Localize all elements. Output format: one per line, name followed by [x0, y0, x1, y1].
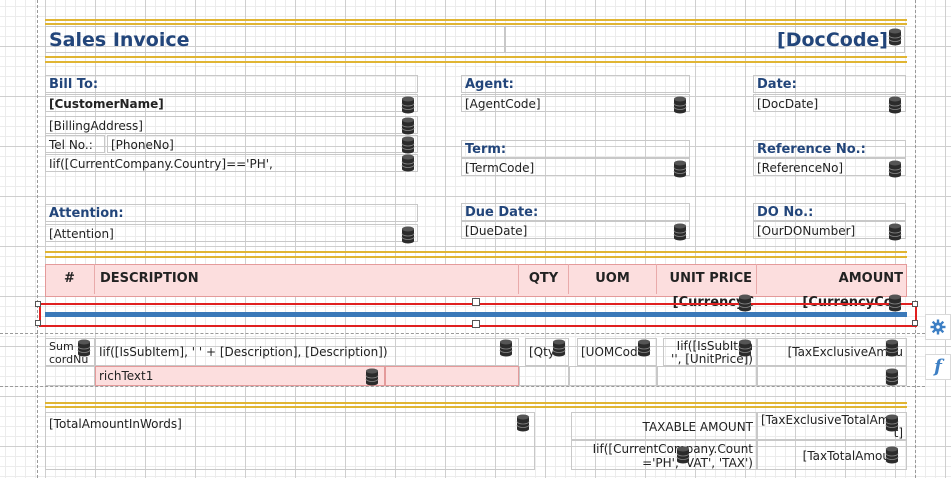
col-header-unit-price[interactable]: UNIT PRICE	[657, 264, 757, 294]
database-icon[interactable]	[885, 446, 899, 464]
agent-code-field[interactable]: [AgentCode]	[461, 94, 690, 112]
resize-handle[interactable]	[35, 301, 41, 307]
report-title[interactable]: Sales Invoice	[45, 26, 505, 53]
total-amount-in-words-field[interactable]: [TotalAmountInWords]	[45, 412, 535, 470]
band-separator	[0, 386, 925, 387]
reference-label[interactable]: Reference No.:	[753, 140, 906, 158]
database-icon[interactable]	[885, 339, 899, 357]
database-icon[interactable]	[365, 368, 379, 386]
phone-field[interactable]: [PhoneNo]	[107, 135, 418, 153]
due-date-label[interactable]: Due Date:	[461, 203, 690, 221]
database-icon[interactable]	[401, 136, 415, 154]
gold-rule	[45, 19, 907, 21]
properties-panel-button[interactable]	[925, 314, 951, 340]
function-icon: f	[934, 356, 942, 377]
attention-field[interactable]: [Attention]	[45, 224, 418, 242]
database-icon[interactable]	[499, 339, 513, 357]
database-icon[interactable]	[637, 339, 651, 357]
database-icon[interactable]	[738, 294, 752, 312]
tax-exclusive-total-line: t]	[893, 426, 903, 440]
tel-label[interactable]: Tel No.:	[45, 135, 105, 153]
due-date-field[interactable]: [DueDate]	[461, 221, 690, 239]
database-icon[interactable]	[77, 339, 91, 357]
gold-rule	[45, 56, 907, 58]
billing-address-field[interactable]: [BillingAddress]	[45, 116, 418, 134]
empty-cell[interactable]	[657, 366, 757, 386]
expressions-panel-button[interactable]: f	[925, 354, 951, 380]
agent-label[interactable]: Agent:	[461, 75, 690, 93]
do-no-label[interactable]: DO No.:	[753, 203, 906, 221]
empty-cell[interactable]	[519, 366, 569, 386]
tax-exclusive-total-line: [TaxExclusiveTotalAmo	[761, 413, 897, 427]
gold-rule	[45, 256, 907, 258]
selected-line-element[interactable]	[45, 312, 907, 317]
term-code-field[interactable]: [TermCode]	[461, 158, 690, 176]
reference-no-field[interactable]: [ReferenceNo]	[753, 158, 906, 176]
col-header-number[interactable]: #	[45, 264, 95, 294]
database-icon[interactable]	[888, 223, 902, 241]
resize-handle[interactable]	[912, 320, 918, 326]
doc-code-field[interactable]: [DocCode]	[505, 26, 905, 53]
term-label[interactable]: Term:	[461, 140, 690, 158]
bill-to-label[interactable]: Bill To:	[45, 75, 418, 93]
resize-handle[interactable]	[35, 320, 41, 326]
database-icon[interactable]	[738, 339, 752, 357]
description-expression-field[interactable]: Iif([IsSubItem], ' ' + [Description], [D…	[95, 338, 519, 366]
database-icon[interactable]	[552, 339, 566, 357]
database-icon[interactable]	[673, 160, 687, 178]
country-expression-field[interactable]: Iif([CurrentCompany.Country]=='PH',	[45, 154, 418, 172]
database-icon[interactable]	[888, 294, 902, 312]
database-icon[interactable]	[673, 223, 687, 241]
gold-rule	[45, 251, 907, 253]
database-icon[interactable]	[888, 160, 902, 178]
doc-date-field[interactable]: [DocDate]	[753, 94, 906, 112]
band-separator	[0, 333, 925, 334]
resize-handle[interactable]	[912, 301, 918, 307]
col-header-uom[interactable]: UOM	[569, 264, 657, 294]
rich-text-cell[interactable]	[385, 366, 519, 386]
col-header-description[interactable]: DESCRIPTION	[95, 264, 519, 294]
col-header-amount[interactable]: AMOUNT	[757, 264, 907, 294]
col-header-qty[interactable]: QTY	[519, 264, 569, 294]
customer-name-field[interactable]: [CustomerName]	[45, 94, 418, 112]
tax-label-line: Iif([CurrentCompany.Count	[592, 442, 753, 456]
rich-text-control[interactable]: richText1	[95, 366, 385, 386]
gold-rule	[45, 402, 907, 404]
gold-rule	[45, 61, 907, 63]
resize-handle[interactable]	[472, 298, 480, 306]
resize-handle[interactable]	[472, 320, 480, 328]
do-number-field[interactable]: [OurDONumber]	[753, 221, 906, 239]
gold-rule	[45, 23, 907, 25]
left-margin-guide	[37, 0, 38, 478]
database-icon[interactable]	[673, 96, 687, 114]
attention-label[interactable]: Attention:	[45, 204, 418, 222]
empty-cell[interactable]	[569, 366, 657, 386]
tax-label-line: ='PH', 'VAT', 'TAX')	[642, 456, 753, 470]
database-icon[interactable]	[401, 226, 415, 244]
right-margin-guide	[915, 0, 916, 478]
date-label[interactable]: Date:	[753, 75, 906, 93]
database-icon[interactable]	[401, 154, 415, 172]
database-icon[interactable]	[888, 28, 902, 46]
database-icon[interactable]	[676, 446, 690, 464]
empty-cell[interactable]	[45, 366, 95, 386]
database-icon[interactable]	[516, 414, 530, 432]
report-design-surface[interactable]: Sales Invoice [DocCode] Bill To: [Custom…	[0, 0, 951, 478]
taxable-amount-label[interactable]: TAXABLE AMOUNT	[571, 412, 757, 440]
database-icon[interactable]	[401, 117, 415, 135]
database-icon[interactable]	[885, 414, 899, 432]
gear-icon	[930, 319, 946, 335]
database-icon[interactable]	[401, 96, 415, 114]
database-icon[interactable]	[888, 96, 902, 114]
tax-label-expression-field[interactable]: Iif([CurrentCompany.Count ='PH', 'VAT', …	[571, 440, 757, 470]
gold-rule	[45, 406, 907, 408]
database-icon[interactable]	[885, 368, 899, 386]
